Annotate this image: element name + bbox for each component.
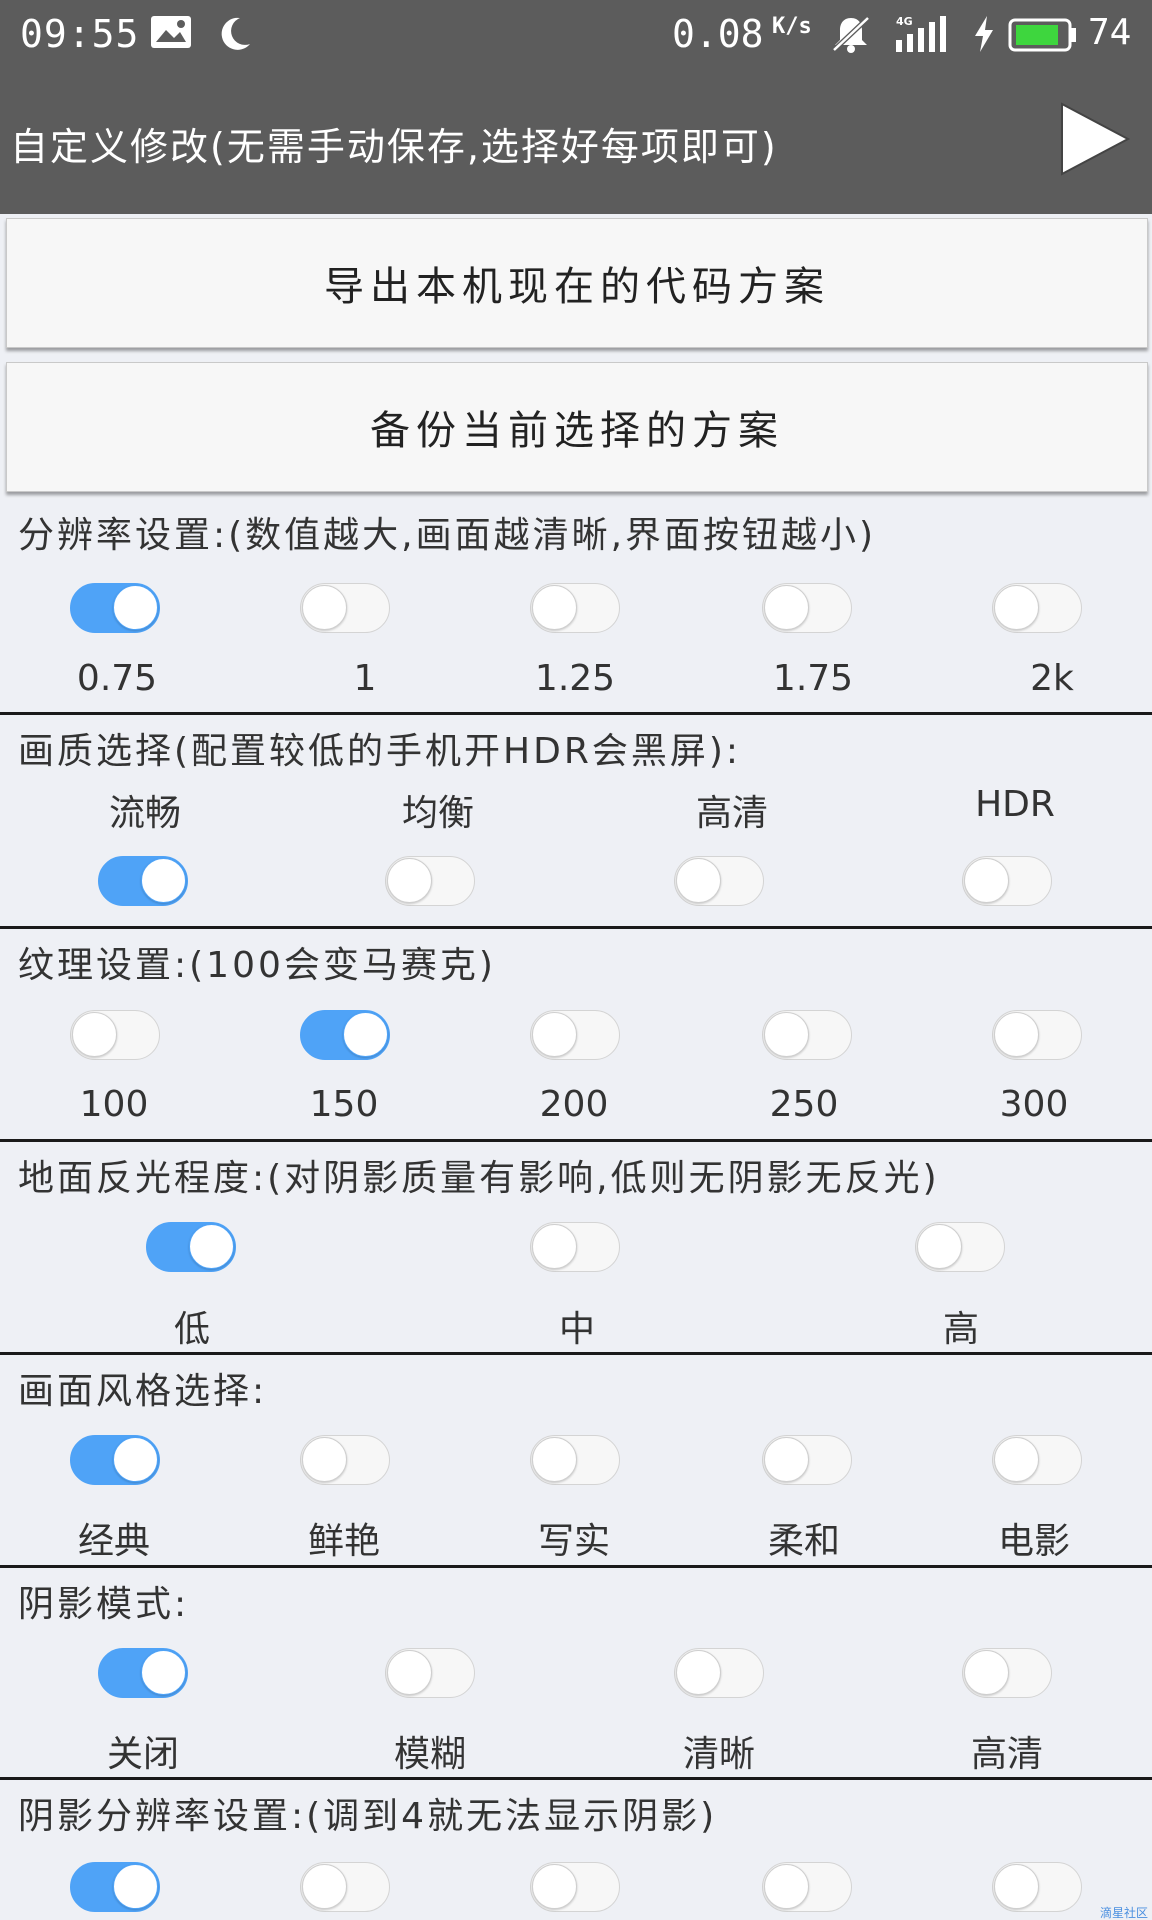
quality-toggle-2[interactable]: [674, 856, 764, 906]
title-bar: 自定义修改(无需手动保存,选择好每项即可): [0, 66, 1152, 214]
style-toggle-2[interactable]: [530, 1435, 620, 1485]
status-bar: 09:55 0.08 K/s 4G 74: [0, 0, 1152, 66]
shadow-mode-toggle-0[interactable]: [98, 1648, 188, 1698]
resolution-label-2: 1.25: [534, 658, 616, 699]
style-section-title: 画面风格选择:: [18, 1371, 268, 1412]
network-speed-unit: K/s: [772, 14, 812, 39]
battery-icon: [1008, 14, 1078, 58]
style-label-0: 经典: [77, 1521, 150, 1562]
reflection-toggle-2[interactable]: [915, 1222, 1005, 1272]
resolution-toggle-1[interactable]: [300, 583, 390, 633]
texture-toggle-1[interactable]: [300, 1010, 390, 1060]
shadow-mode-toggle-2[interactable]: [674, 1648, 764, 1698]
shadow-mode-label-2: 清晰: [682, 1734, 755, 1775]
section-divider: [0, 1565, 1152, 1568]
section-divider: [0, 926, 1152, 929]
mute-icon: [830, 14, 872, 58]
signal-4g-icon: 4G: [894, 14, 952, 58]
section-divider: [0, 1139, 1152, 1142]
resolution-label-0: 0.75: [76, 658, 158, 699]
style-toggle-4[interactable]: [992, 1435, 1082, 1485]
network-speed: 0.08: [672, 12, 764, 56]
texture-toggle-4[interactable]: [992, 1010, 1082, 1060]
quality-toggle-0[interactable]: [98, 856, 188, 906]
resolution-label-1: 1: [353, 658, 377, 699]
export-code-button[interactable]: 导出本机现在的代码方案: [6, 218, 1148, 348]
shadow-resolution-section-title: 阴影分辨率设置:(调到4就无法显示阴影): [18, 1796, 718, 1837]
section-divider: [0, 712, 1152, 715]
resolution-label-4: 2k: [1030, 658, 1074, 699]
texture-section-title: 纹理设置:(100会变马赛克): [18, 945, 496, 986]
quality-section-title: 画质选择(配置较低的手机开HDR会黑屏):: [18, 731, 742, 772]
style-label-1: 鲜艳: [307, 1521, 380, 1562]
shadow-resolution-toggle-1[interactable]: [300, 1862, 390, 1912]
quality-label-2: 高清: [695, 793, 768, 834]
texture-toggle-3[interactable]: [762, 1010, 852, 1060]
reflection-label-1: 中: [558, 1309, 595, 1350]
texture-label-3: 250: [769, 1084, 839, 1125]
shadow-mode-label-1: 模糊: [393, 1734, 466, 1775]
style-label-4: 电影: [997, 1521, 1070, 1562]
gallery-icon: [150, 14, 192, 54]
texture-label-0: 100: [79, 1084, 149, 1125]
quality-label-0: 流畅: [108, 793, 181, 834]
texture-toggle-0[interactable]: [70, 1010, 160, 1060]
quality-label-3: HDR: [975, 784, 1055, 825]
resolution-toggle-4[interactable]: [992, 583, 1082, 633]
resolution-toggle-0[interactable]: [70, 583, 160, 633]
section-divider: [0, 1777, 1152, 1780]
watermark: 滴星社区: [1100, 1906, 1149, 1920]
status-time: 09:55: [20, 12, 140, 56]
moon-icon: [214, 14, 254, 58]
style-toggle-1[interactable]: [300, 1435, 390, 1485]
resolution-section-title: 分辨率设置:(数值越大,画面越清晰,界面按钮越小): [18, 515, 877, 556]
quality-toggle-1[interactable]: [385, 856, 475, 906]
shadow-resolution-toggle-3[interactable]: [762, 1862, 852, 1912]
quality-toggle-3[interactable]: [962, 856, 1052, 906]
texture-toggle-2[interactable]: [530, 1010, 620, 1060]
reflection-toggle-0[interactable]: [146, 1222, 236, 1272]
resolution-toggle-2[interactable]: [530, 583, 620, 633]
backup-scheme-button[interactable]: 备份当前选择的方案: [6, 362, 1148, 492]
page-title: 自定义修改(无需手动保存,选择好每项即可): [10, 125, 778, 169]
style-label-2: 写实: [537, 1521, 610, 1562]
texture-label-2: 200: [539, 1084, 609, 1125]
shadow-resolution-toggle-4[interactable]: [992, 1862, 1082, 1912]
shadow-mode-label-3: 高清: [970, 1734, 1043, 1775]
style-label-3: 柔和: [767, 1521, 840, 1562]
reflection-toggle-1[interactable]: [530, 1222, 620, 1272]
resolution-label-3: 1.75: [772, 658, 854, 699]
texture-label-4: 300: [999, 1084, 1069, 1125]
shadow-resolution-toggle-0[interactable]: [70, 1862, 160, 1912]
style-toggle-0[interactable]: [70, 1435, 160, 1485]
reflection-section-title: 地面反光程度:(对阴影质量有影响,低则无阴影无反光): [18, 1158, 940, 1199]
shadow-resolution-toggle-2[interactable]: [530, 1862, 620, 1912]
style-toggle-3[interactable]: [762, 1435, 852, 1485]
shadow-mode-label-0: 关闭: [106, 1734, 179, 1775]
battery-percent: 74: [1088, 12, 1132, 53]
shadow-mode-section-title: 阴影模式:: [18, 1584, 190, 1625]
resolution-toggle-3[interactable]: [762, 583, 852, 633]
texture-label-1: 150: [309, 1084, 379, 1125]
section-divider: [0, 1352, 1152, 1355]
quality-label-1: 均衡: [401, 793, 474, 834]
reflection-label-0: 低: [173, 1309, 210, 1350]
charging-icon: [972, 14, 996, 58]
reflection-label-2: 高: [942, 1309, 979, 1350]
play-icon: [1061, 102, 1131, 176]
svg-text:4G: 4G: [896, 15, 913, 28]
shadow-mode-toggle-3[interactable]: [962, 1648, 1052, 1698]
shadow-mode-toggle-1[interactable]: [385, 1648, 475, 1698]
play-button[interactable]: [1056, 100, 1134, 178]
